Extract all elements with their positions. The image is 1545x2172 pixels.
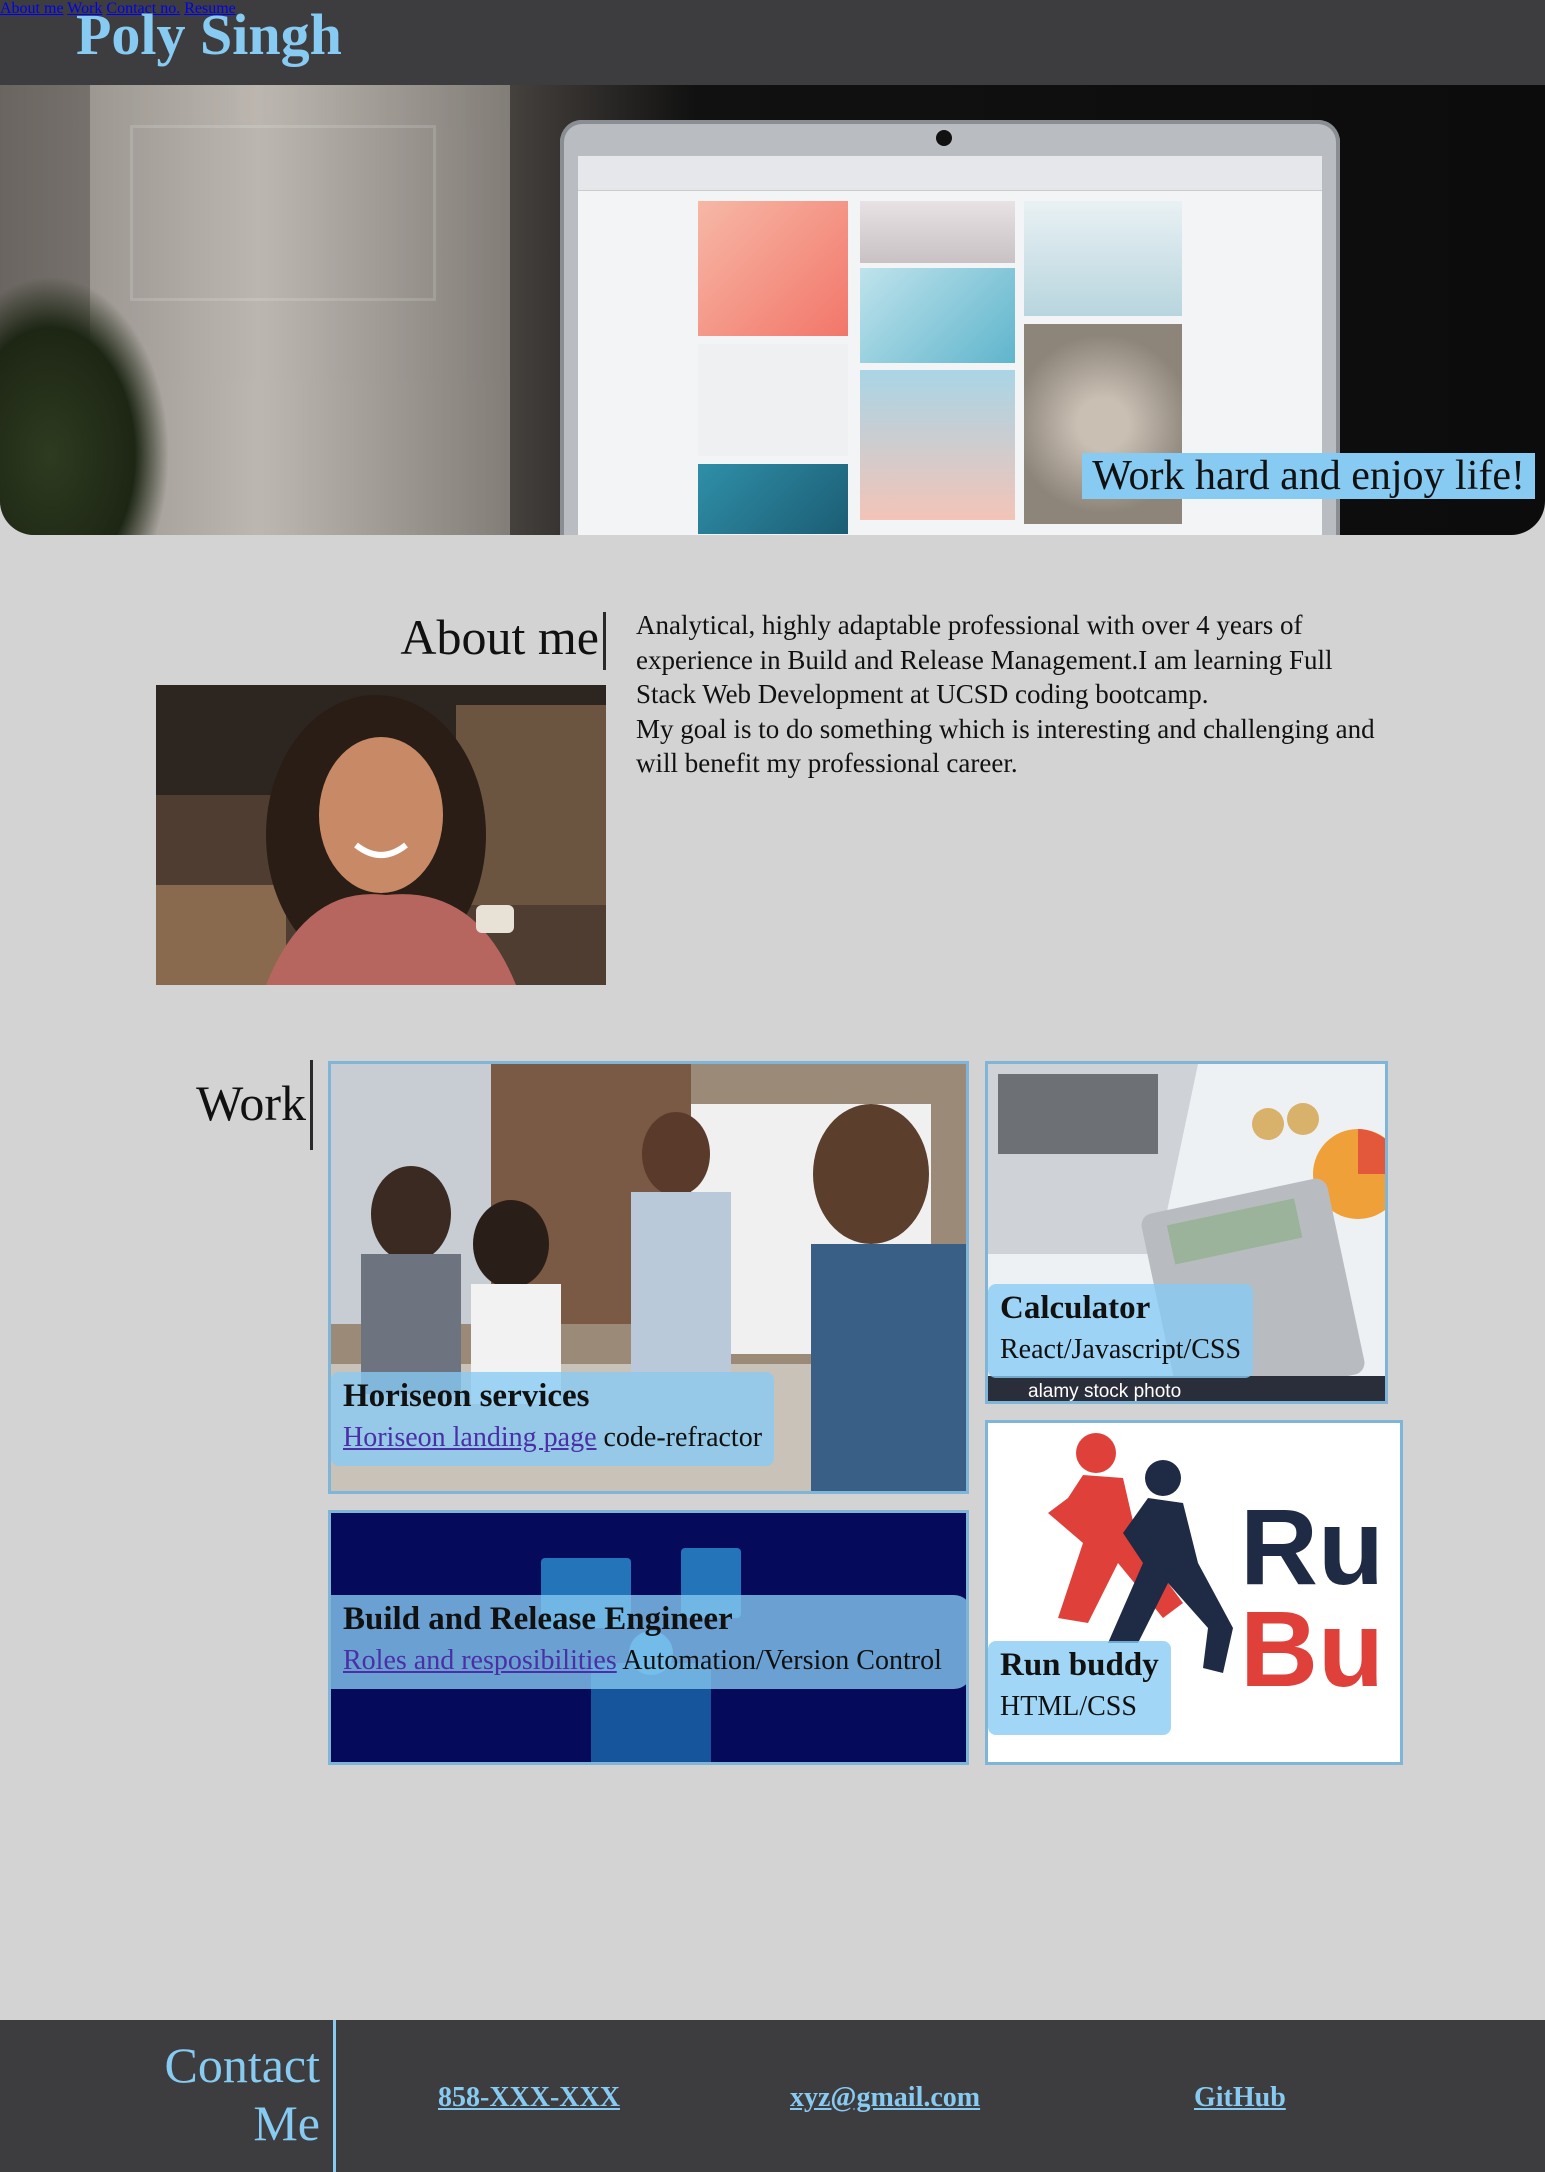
nav-about-me[interactable]: About me (0, 0, 64, 17)
project-title: Run buddy (1000, 1647, 1159, 1683)
project-card-build-release[interactable]: Build and Release Engineer Roles and res… (328, 1510, 969, 1765)
build-release-caption: Build and Release Engineer Roles and res… (331, 1595, 966, 1689)
work-title: Work (196, 1060, 313, 1150)
stock-watermark: alamy stock photo (1028, 1381, 1182, 1402)
site-footer: Contact Me 858-XXX-XXX xyz@gmail.com Git… (0, 2020, 1545, 2172)
run-buddy-logo-text-1: Ru (1240, 1486, 1384, 1607)
phone-link[interactable]: 858-XXX-XXX (438, 2082, 620, 2114)
about-paragraph-2: My goal is to do something which is inte… (636, 713, 1375, 779)
run-buddy-caption: Run buddy HTML/CSS (988, 1641, 1171, 1735)
project-description: HTML/CSS (1000, 1691, 1137, 1722)
project-description: React/Javascript/CSS (1000, 1334, 1242, 1365)
github-link[interactable]: GitHub (1194, 2082, 1286, 2114)
laptop-camera (936, 130, 952, 146)
email-link[interactable]: xyz@gmail.com (790, 2082, 980, 2114)
about-paragraph-1: Analytical, highly adaptable professiona… (636, 610, 1333, 709)
footer-divider (333, 2020, 336, 2172)
calculator-caption: Calculator React/Javascript/CSS (988, 1284, 1254, 1378)
project-title: Calculator (1000, 1290, 1151, 1326)
horiseon-caption: Horiseon services Horiseon landing page … (331, 1372, 775, 1466)
project-card-calculator[interactable]: alamy stock photo Calculator React/Javas… (985, 1061, 1388, 1404)
profile-photo (156, 685, 606, 985)
roles-link[interactable]: Roles and resposibilities (343, 1645, 617, 1676)
project-title: Build and Release Engineer (343, 1601, 733, 1637)
horiseon-link[interactable]: Horiseon landing page (343, 1422, 597, 1453)
project-card-run-buddy[interactable]: Ru Bu Run buddy HTML/CSS (985, 1420, 1403, 1765)
brand-name: Poly Singh (76, 2, 342, 67)
hero-banner: Work hard and enjoy life! (0, 85, 1545, 535)
hero-plant-image (0, 275, 170, 535)
site-header: Poly Singh About me Work Contact no. Res… (0, 0, 1545, 85)
project-card-horiseon[interactable]: Horiseon services Horiseon landing page … (328, 1061, 969, 1494)
contact-title: Contact Me (164, 2037, 320, 2151)
run-buddy-logo-text-2: Bu (1240, 1588, 1384, 1709)
about-title: About me (400, 612, 606, 670)
hero-tagline: Work hard and enjoy life! (1082, 453, 1535, 499)
project-title: Horiseon services (343, 1378, 590, 1414)
about-description: Analytical, highly adaptable professiona… (636, 608, 1386, 781)
project-description: Automation/Version Control (616, 1645, 942, 1676)
project-description: code-refractor (596, 1422, 763, 1453)
